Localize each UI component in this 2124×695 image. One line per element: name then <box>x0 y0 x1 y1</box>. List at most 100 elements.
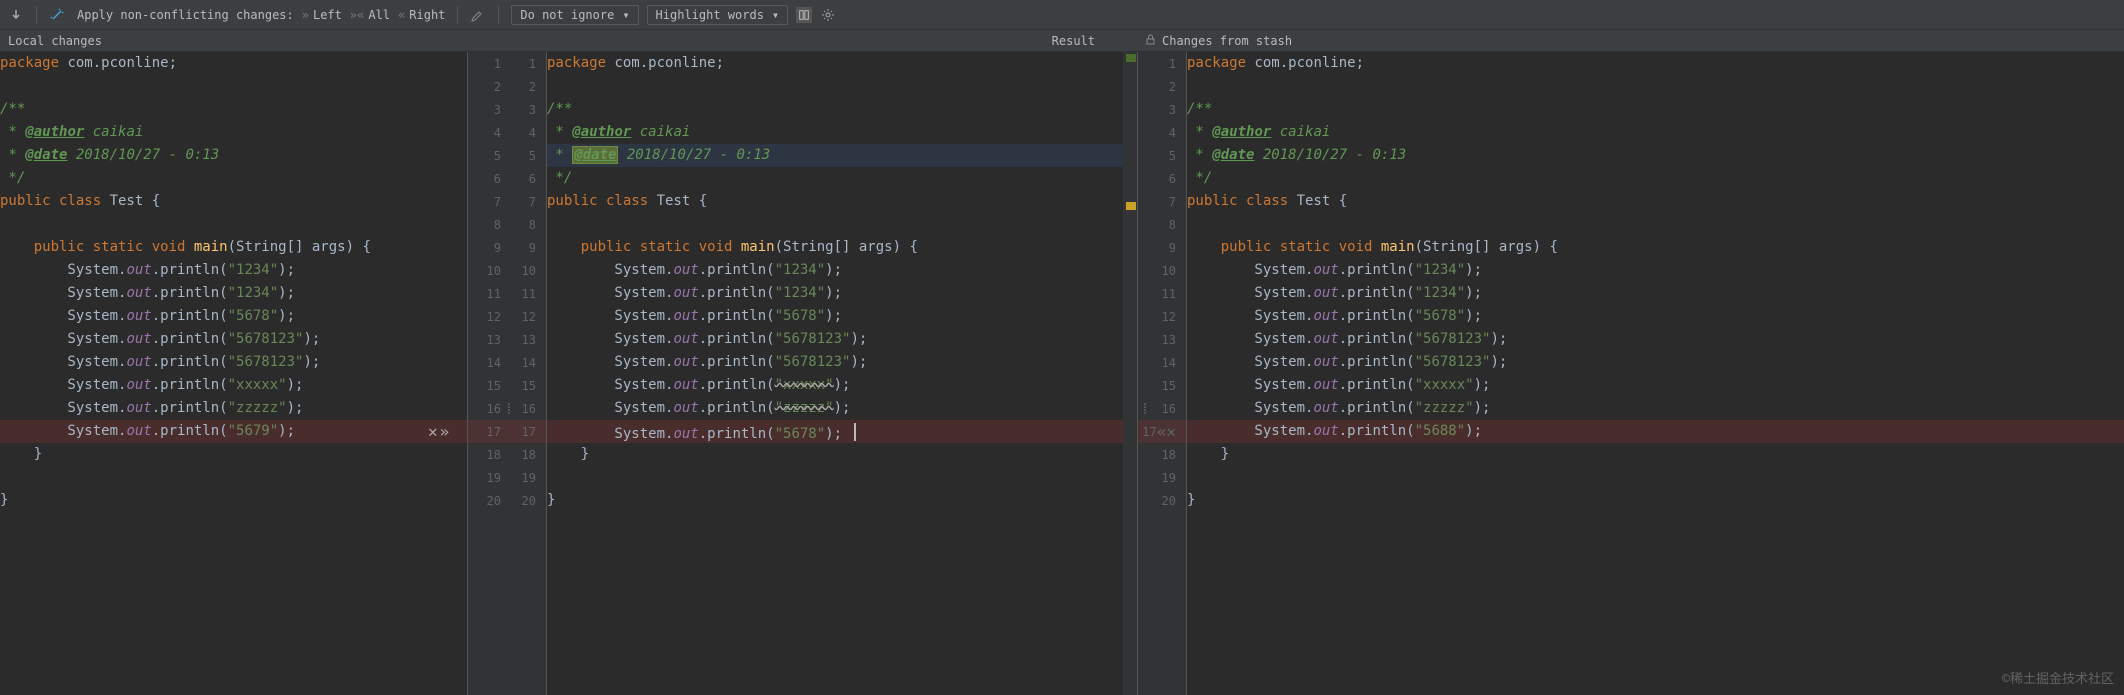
code-line[interactable]: System.out.println("1234"); <box>1187 259 2124 282</box>
result-editor[interactable]: package com.pconline; /** * @author caika… <box>547 52 1123 695</box>
code-line[interactable]: */ <box>547 167 1123 190</box>
code-line[interactable]: /** <box>0 98 467 121</box>
magic-wand-icon[interactable] <box>49 7 65 23</box>
code-line[interactable]: * @date 2018/10/27 - 0:13 <box>547 144 1123 167</box>
code-line[interactable]: System.out.println("5678123"); <box>547 351 1123 374</box>
gutter-row: 4 <box>1138 121 1186 144</box>
code-line[interactable]: * @date 2018/10/27 - 0:13 <box>1187 144 2124 167</box>
separator <box>36 6 37 24</box>
pane-headers: Local changes Result Changes from stash <box>0 30 2124 52</box>
header-mid: Result <box>467 30 1123 51</box>
gear-icon[interactable] <box>820 7 836 23</box>
accept-left-icon[interactable]: « <box>1157 422 1167 441</box>
right-editor[interactable]: package com.pconline; /** * @author caika… <box>1187 52 2124 695</box>
gutter-row: 12 <box>1138 305 1186 328</box>
ignore-dropdown[interactable]: Do not ignore▾ <box>511 5 638 25</box>
code-line[interactable] <box>1187 213 2124 236</box>
code-line[interactable]: */ <box>1187 167 2124 190</box>
reject-change-icon[interactable]: ✕ <box>1166 422 1176 441</box>
code-line[interactable]: System.out.println("5678123"); <box>1187 351 2124 374</box>
code-line[interactable]: System.out.println("1234"); <box>0 282 467 305</box>
code-line[interactable]: System.out.println("5678123"); <box>0 351 467 374</box>
code-line[interactable]: System.out.println("1234"); <box>547 259 1123 282</box>
code-line[interactable]: /** <box>547 98 1123 121</box>
code-line[interactable]: System.out.println("zzzzz"); <box>1187 397 2124 420</box>
code-line[interactable]: * @author caikai <box>0 121 467 144</box>
gutter-left-mid: 1122334455667788991010111112121313141415… <box>467 52 547 695</box>
code-line[interactable]: } <box>547 443 1123 466</box>
code-line[interactable]: System.out.println("5688"); <box>1187 420 2124 443</box>
code-line[interactable] <box>1187 466 2124 489</box>
code-line[interactable]: System.out.println("1234"); <box>1187 282 2124 305</box>
gutter-row: 33 <box>468 98 546 121</box>
gutter-row: 3 <box>1138 98 1186 121</box>
code-line[interactable]: System.out.println("xxxxx"); <box>1187 374 2124 397</box>
code-line[interactable] <box>547 213 1123 236</box>
code-line[interactable] <box>547 466 1123 489</box>
code-line[interactable]: System.out.println("zzzzz"); <box>547 397 1123 420</box>
gutter-row: 22 <box>468 75 546 98</box>
code-line[interactable]: public static void main(String[] args) { <box>1187 236 2124 259</box>
highlight-dropdown[interactable]: Highlight words▾ <box>647 5 789 25</box>
marker-ok[interactable] <box>1126 54 1136 62</box>
gutter-row: 66 <box>468 167 546 190</box>
accept-right-icon[interactable]: » <box>440 422 450 441</box>
code-line[interactable]: System.out.println("5679"); <box>0 420 467 443</box>
code-line[interactable]: System.out.println("zzzzz"); <box>0 397 467 420</box>
gutter-row: 2020 <box>468 489 546 512</box>
code-line[interactable]: System.out.println("1234"); <box>547 282 1123 305</box>
code-line[interactable]: System.out.println("5678"); <box>1187 305 2124 328</box>
code-line[interactable]: * @author caikai <box>547 121 1123 144</box>
code-line[interactable]: } <box>0 443 467 466</box>
left-editor[interactable]: package com.pconline; /** * @author caika… <box>0 52 467 695</box>
code-line[interactable]: } <box>1187 443 2124 466</box>
code-line[interactable]: public static void main(String[] args) { <box>547 236 1123 259</box>
apply-all-button[interactable]: »«All <box>350 8 390 22</box>
down-arrow-icon[interactable] <box>8 7 24 23</box>
marker-mod[interactable] <box>1126 202 1136 210</box>
gutter-row: 9 <box>1138 236 1186 259</box>
code-line[interactable]: public class Test { <box>1187 190 2124 213</box>
code-line[interactable]: System.out.println("5678123"); <box>1187 328 2124 351</box>
code-line[interactable]: System.out.println("xxxxx"); <box>547 374 1123 397</box>
apply-left-button[interactable]: »Left <box>302 8 342 22</box>
brush-icon[interactable] <box>470 7 486 23</box>
code-line[interactable]: System.out.println("1234"); <box>0 259 467 282</box>
code-line[interactable]: System.out.println("5678123"); <box>547 328 1123 351</box>
code-line[interactable]: package com.pconline; <box>0 52 467 75</box>
code-line[interactable]: * @date 2018/10/27 - 0:13 <box>0 144 467 167</box>
code-line[interactable] <box>0 466 467 489</box>
code-line[interactable]: System.out.println("5678"); <box>547 420 1123 443</box>
gutter-row: 18 <box>1138 443 1186 466</box>
code-line[interactable]: System.out.println("5678"); <box>547 305 1123 328</box>
code-line[interactable]: System.out.println("xxxxx"); <box>0 374 467 397</box>
code-line[interactable]: */ <box>0 167 467 190</box>
gutter-row: 8 <box>1138 213 1186 236</box>
code-line[interactable]: public static void main(String[] args) { <box>0 236 467 259</box>
marker-strip[interactable] <box>1123 52 1137 695</box>
code-line[interactable]: package com.pconline; <box>547 52 1123 75</box>
apply-right-button[interactable]: «Right <box>398 8 445 22</box>
sync-scroll-icon[interactable] <box>796 7 812 23</box>
code-line[interactable]: public class Test { <box>547 190 1123 213</box>
code-line[interactable]: System.out.println("5678123"); <box>0 328 467 351</box>
code-line[interactable]: } <box>547 489 1123 512</box>
code-line[interactable] <box>0 75 467 98</box>
gutter-row: 1919 <box>468 466 546 489</box>
code-line[interactable]: } <box>1187 489 2124 512</box>
code-line[interactable] <box>1187 75 2124 98</box>
gutter-row: 1515 <box>468 374 546 397</box>
code-line[interactable] <box>0 213 467 236</box>
apply-label: Apply non-conflicting changes: <box>77 8 294 22</box>
gutter-row: 1111 <box>468 282 546 305</box>
code-line[interactable]: /** <box>1187 98 2124 121</box>
code-line[interactable]: package com.pconline; <box>1187 52 2124 75</box>
code-line[interactable]: * @author caikai <box>1187 121 2124 144</box>
code-line[interactable] <box>547 75 1123 98</box>
code-line[interactable]: } <box>0 489 467 512</box>
reject-change-icon[interactable]: ✕ <box>428 422 438 441</box>
code-line[interactable]: System.out.println("5678"); <box>0 305 467 328</box>
gutter-row: 1010 <box>468 259 546 282</box>
code-line[interactable]: public class Test { <box>0 190 467 213</box>
gutter-row: 5 <box>1138 144 1186 167</box>
